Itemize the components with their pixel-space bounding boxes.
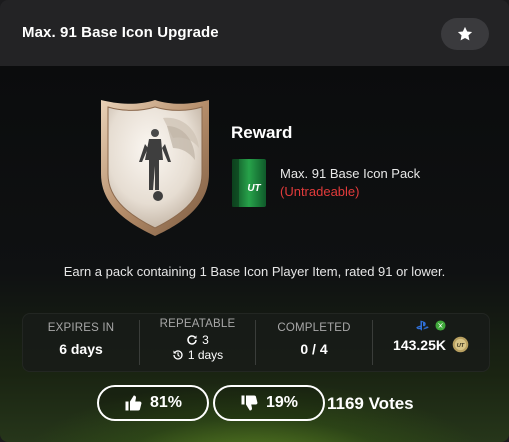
objective-title: Max. 91 Base Icon Upgrade: [22, 24, 219, 41]
ut-coin-icon: UT: [452, 336, 469, 353]
repeat-count-row: 3: [140, 333, 255, 347]
repeat-icon: [187, 335, 197, 345]
completed-label: COMPLETED: [277, 322, 351, 334]
repeat-interval: 1 days: [187, 348, 224, 362]
objective-card: Max. 91 Base Icon Upgrade Reward UT Max.…: [0, 0, 509, 442]
downvote-percent: 19%: [265, 394, 299, 411]
star-icon: [457, 26, 473, 41]
stat-expires: EXPIRES IN 6 days: [23, 314, 139, 371]
repeat-count: 3: [202, 333, 209, 347]
repeatable-label: REPEATABLE: [159, 318, 236, 330]
playstation-icon: [416, 320, 429, 331]
thumbs-up-icon: [125, 395, 142, 411]
pack-name: Max. 91 Base Icon Pack: [280, 166, 421, 181]
thumbs-down-icon: [241, 395, 258, 411]
stat-price: 143.25K UT: [373, 314, 489, 371]
upvote-button[interactable]: 81%: [97, 385, 209, 421]
objective-description: Earn a pack containing 1 Base Icon Playe…: [63, 264, 446, 279]
expires-value: 6 days: [59, 341, 103, 357]
price-row: 143.25K UT: [373, 336, 489, 353]
downvote-button[interactable]: 19%: [213, 385, 325, 421]
price-value: 143.25K: [393, 336, 446, 353]
upvote-percent: 81%: [149, 394, 183, 411]
expires-label: EXPIRES IN: [47, 322, 115, 334]
stat-completed: COMPLETED 0 / 4: [256, 314, 372, 371]
votes-row: 81% 19% 1169 Votes: [0, 385, 509, 423]
reward-heading: Reward: [231, 123, 293, 142]
card-header: Max. 91 Base Icon Upgrade: [0, 0, 509, 67]
stat-repeatable: REPEATABLE 3 1 days: [140, 314, 255, 371]
votes-total: 1169 Votes: [327, 394, 414, 413]
coin-ut-label: UT: [457, 343, 465, 349]
completed-value: 0 / 4: [300, 341, 328, 357]
platform-icons: [373, 320, 489, 331]
untradeable-label: (Untradeable): [280, 184, 360, 199]
history-icon: [173, 350, 183, 360]
favorite-button[interactable]: [441, 18, 489, 50]
xbox-icon: [435, 320, 446, 331]
pack-icon: UT: [232, 159, 266, 207]
pack-ut-logo: UT: [247, 183, 261, 194]
repeat-interval-row: 1 days: [140, 348, 255, 362]
stats-bar: EXPIRES IN 6 days REPEATABLE 3 1 days CO…: [22, 313, 490, 372]
base-icon-shield-badge: [101, 100, 209, 236]
